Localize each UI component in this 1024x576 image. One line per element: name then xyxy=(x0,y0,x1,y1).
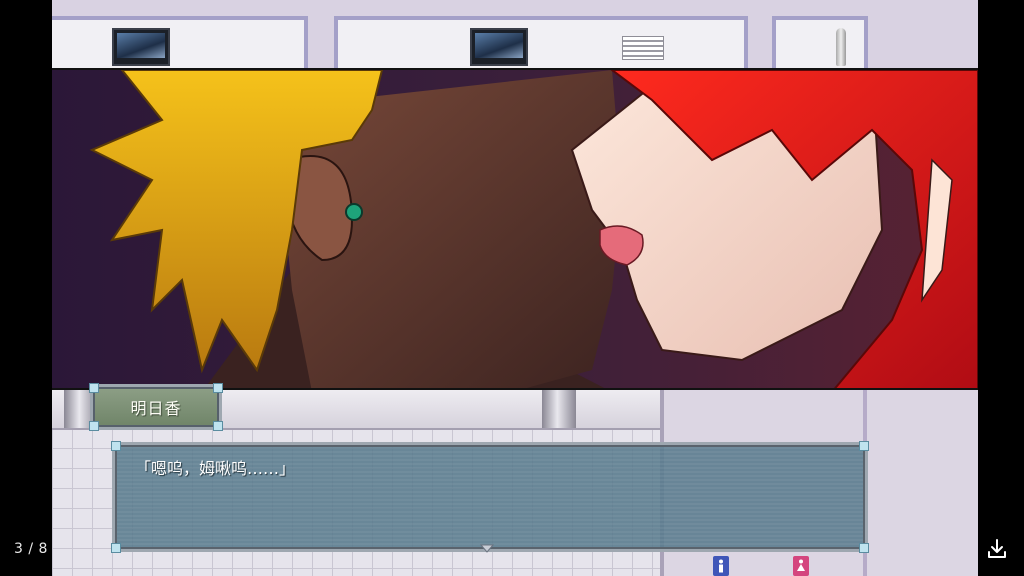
wall-monitor xyxy=(470,28,528,66)
viewer-right-bar xyxy=(978,0,1024,576)
cg-illustration xyxy=(52,70,978,388)
statue xyxy=(836,28,846,66)
frame-corner xyxy=(859,543,869,553)
frame-corner xyxy=(213,383,223,393)
event-cg xyxy=(52,68,978,390)
map-room xyxy=(772,16,868,68)
page-counter: 3 / 8 xyxy=(14,541,48,557)
frame-corner xyxy=(111,441,121,451)
download-icon[interactable] xyxy=(985,537,1009,561)
frame-corner xyxy=(859,441,869,451)
frame-corner xyxy=(213,421,223,431)
frame-corner xyxy=(89,383,99,393)
game-screen[interactable]: 明日香 「嗯呜，姆啾呜……」 xyxy=(52,0,978,576)
viewer-left-bar xyxy=(0,0,52,576)
frame-corner xyxy=(89,421,99,431)
speaker-nameplate: 明日香 xyxy=(89,383,223,431)
air-vent xyxy=(622,36,664,60)
female-restroom-icon xyxy=(793,556,809,576)
next-page-arrow-icon[interactable] xyxy=(480,544,494,554)
earring xyxy=(345,203,363,221)
wall-monitor xyxy=(112,28,170,66)
frame-corner xyxy=(111,543,121,553)
map-room xyxy=(334,16,748,68)
dialogue-text: 「嗯呜，姆啾呜……」 xyxy=(135,459,296,478)
speaker-name: 明日香 xyxy=(130,399,182,418)
message-window[interactable]: 「嗯呜，姆啾呜……」 xyxy=(111,441,869,553)
male-restroom-icon xyxy=(713,556,729,576)
pillar xyxy=(542,390,576,428)
map-room xyxy=(52,16,308,68)
